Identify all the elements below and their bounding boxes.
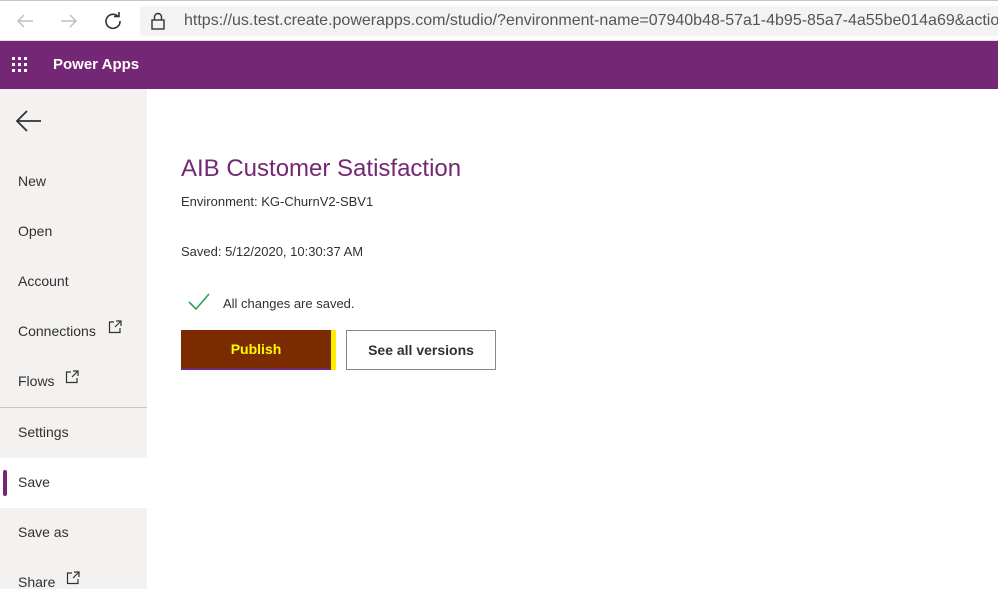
address-url[interactable]: https://us.test.create.powerapps.com/stu… <box>184 12 998 30</box>
back-arrow-icon <box>15 110 41 132</box>
sidebar-item-open[interactable]: Open <box>0 207 147 257</box>
back-arrow-icon <box>16 14 33 28</box>
app-title[interactable]: Power Apps <box>53 56 139 73</box>
sidebar-item-new[interactable]: New <box>0 157 147 207</box>
sidebar-item-flows[interactable]: Flows <box>0 357 147 407</box>
sidebar-item-settings[interactable]: Settings <box>0 408 147 458</box>
open-external-icon <box>65 370 79 384</box>
sidebar-item-label: Save as <box>18 524 69 540</box>
active-indicator <box>3 470 7 496</box>
file-menu-sidebar: New Open Account Connections Flows Setti… <box>0 89 147 590</box>
app-header: Power Apps <box>0 41 998 89</box>
sidebar-item-account[interactable]: Account <box>0 257 147 307</box>
browser-refresh-button[interactable] <box>101 9 125 33</box>
refresh-icon <box>105 12 121 30</box>
browser-toolbar: https://us.test.create.powerapps.com/stu… <box>0 0 998 41</box>
saved-timestamp: Saved: 5/12/2020, 10:30:37 AM <box>181 244 364 259</box>
sidebar-item-label: Account <box>18 273 69 289</box>
sidebar-item-save-as[interactable]: Save as <box>0 508 147 558</box>
sidebar-item-save[interactable]: Save <box>0 458 147 508</box>
sidebar-item-label: Flows <box>18 373 55 389</box>
checkmark-icon <box>188 293 210 311</box>
forward-arrow-icon <box>61 14 78 28</box>
browser-top-border <box>0 0 998 1</box>
open-external-icon <box>66 571 80 585</box>
sidebar-item-label: Settings <box>18 424 69 440</box>
back-button[interactable] <box>15 109 43 133</box>
sidebar-item-share[interactable]: Share <box>0 558 147 608</box>
sidebar-item-label: New <box>18 173 47 189</box>
waffle-icon[interactable] <box>12 57 29 74</box>
open-external-icon <box>108 320 122 334</box>
publish-button[interactable]: Publish <box>181 330 331 370</box>
lock-icon <box>151 12 165 30</box>
sidebar-item-label: Connections <box>18 323 96 339</box>
sidebar-item-label: Save <box>18 474 50 490</box>
save-status-text: All changes are saved. <box>223 296 355 311</box>
environment-label: Environment: KG-ChurnV2-SBV1 <box>181 194 374 209</box>
page-title: AIB Customer Satisfaction <box>181 155 462 182</box>
browser-forward-button[interactable] <box>57 9 81 33</box>
see-all-versions-button[interactable]: See all versions <box>346 330 496 370</box>
browser-back-button[interactable] <box>13 9 37 33</box>
address-bar[interactable]: https://us.test.create.powerapps.com/stu… <box>140 6 998 36</box>
sidebar-item-label: Open <box>18 223 53 239</box>
sidebar-item-connections[interactable]: Connections <box>0 307 147 357</box>
sidebar-item-label: Share <box>18 574 56 590</box>
